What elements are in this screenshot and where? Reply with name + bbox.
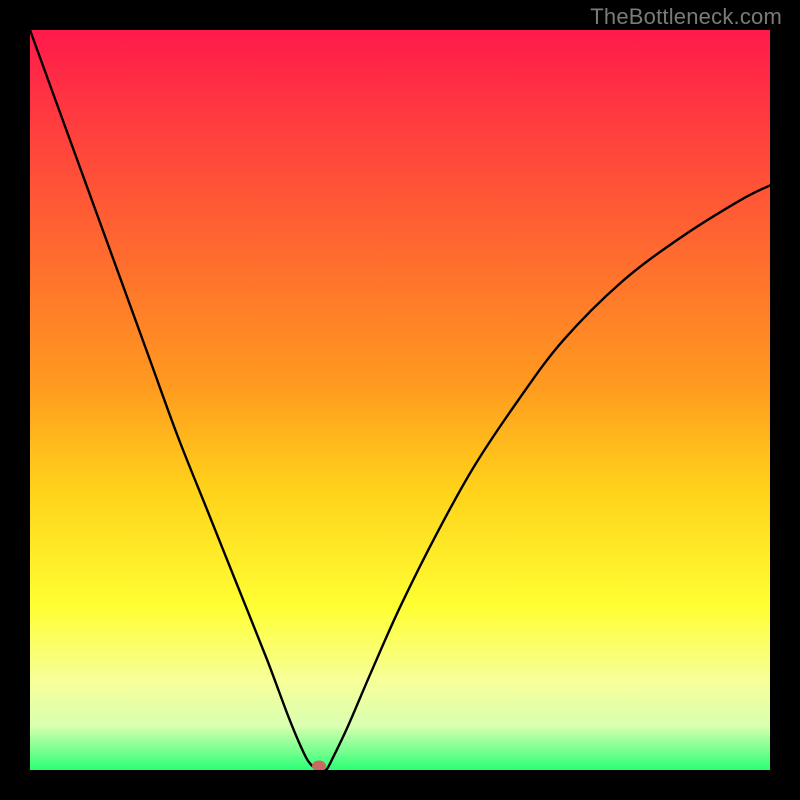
plot-area — [30, 30, 770, 770]
watermark-text: TheBottleneck.com — [590, 4, 782, 30]
optimum-marker — [312, 761, 326, 771]
chart-frame: TheBottleneck.com — [0, 0, 800, 800]
bottleneck-curve — [30, 30, 770, 770]
curve-svg — [30, 30, 770, 770]
